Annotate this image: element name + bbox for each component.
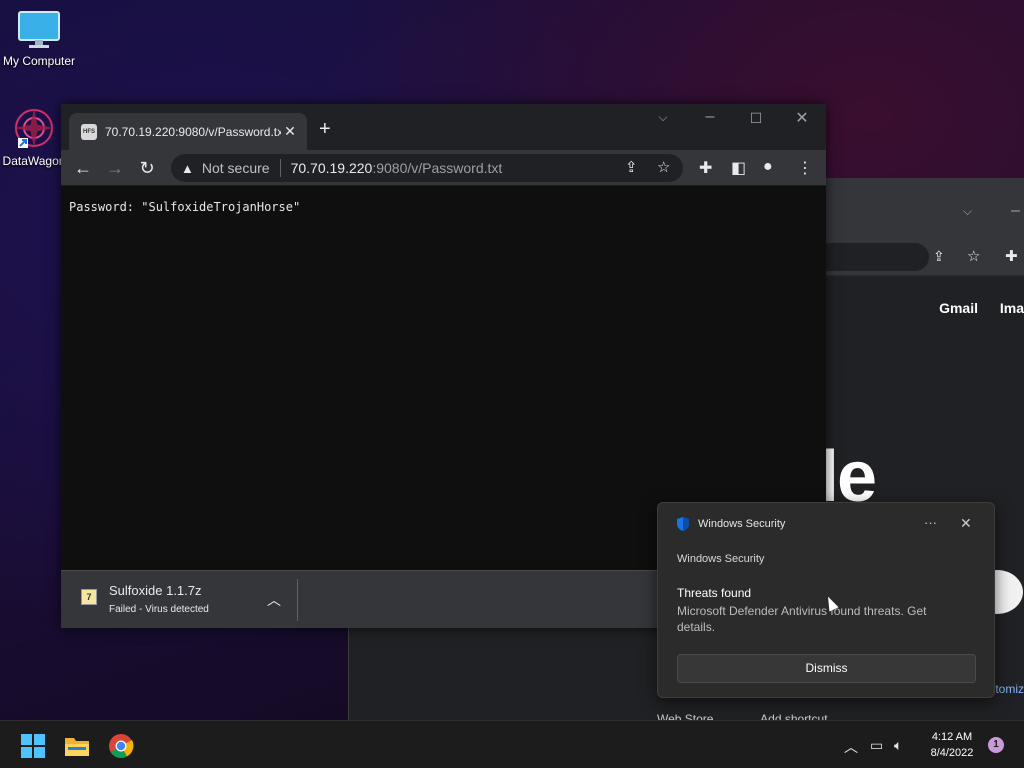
profile-icon[interactable]: ● <box>763 158 773 176</box>
extensions-icon[interactable]: ✚ <box>699 158 712 178</box>
tab-close-icon[interactable]: ✕ <box>281 123 299 140</box>
reload-button[interactable]: ↻ <box>135 157 159 179</box>
chrome-icon[interactable] <box>108 733 134 759</box>
system-clock[interactable]: 4:12 AM 8/4/2022 <box>920 729 984 761</box>
images-link[interactable]: Ima <box>1000 300 1024 316</box>
menu-kebab-icon[interactable]: ⋮ <box>797 158 813 178</box>
start-icon[interactable] <box>20 733 46 759</box>
forward-button[interactable]: → <box>103 157 127 179</box>
clock-time: 4:12 AM <box>931 731 973 743</box>
desktop-icon-label: DataWagon <box>2 154 66 168</box>
notification-app-name: Windows Security <box>677 553 765 565</box>
bookmark-star-icon[interactable]: ☆ <box>657 158 670 176</box>
extensions-icon[interactable]: ✚ <box>1005 247 1018 265</box>
star-icon[interactable]: ☆ <box>967 247 980 265</box>
notification-body[interactable]: Microsoft Defender Antivirus found threa… <box>677 603 967 635</box>
download-item[interactable]: 7 Sulfoxide 1.1.7z Failed - Virus detect… <box>79 581 297 619</box>
hfs-favicon-icon: HFS <box>81 123 97 140</box>
address-bar[interactable]: ▲ Not secure 70.70.19.220:9080/v/Passwor… <box>171 154 683 182</box>
notification-source: Windows Security <box>698 518 786 530</box>
share-icon[interactable]: ⇪ <box>625 158 638 176</box>
chevron-down-icon[interactable]: ⌵ <box>963 204 972 219</box>
tab-strip: HFS 70.70.19.220:9080/v/Password.txt ✕ +… <box>61 104 826 150</box>
not-secure-label[interactable]: Not secure <box>202 160 270 176</box>
dismiss-button[interactable]: Dismiss <box>677 654 976 683</box>
download-divider <box>297 579 298 621</box>
desktop-icon-label: My Computer <box>2 54 76 68</box>
gmail-link[interactable]: Gmail <box>939 300 978 316</box>
maximize-button[interactable]: ☐ <box>743 110 769 127</box>
url-host: 70.70.19.220 <box>290 160 373 176</box>
minimize-icon[interactable]: – <box>1011 202 1020 220</box>
tray-overflow-icon[interactable]: ︿ <box>844 737 858 757</box>
bg-header-links: Gmail Ima <box>919 300 1024 316</box>
chevron-up-icon[interactable]: ︿ <box>267 590 281 610</box>
mandala-icon <box>14 108 54 148</box>
new-tab-button[interactable]: + <box>319 118 331 141</box>
browser-toolbar: ← → ↻ ▲ Not secure 70.70.19.220:9080/v/P… <box>61 150 826 186</box>
file-explorer-icon[interactable] <box>64 733 90 759</box>
back-button[interactable]: ← <box>71 157 95 179</box>
shield-icon <box>677 517 689 531</box>
url-path: :9080/v/Password.txt <box>372 160 503 176</box>
share-icon[interactable]: ⇪ <box>933 248 945 265</box>
monitor-icon <box>18 11 60 48</box>
close-icon[interactable]: ✕ <box>960 515 972 532</box>
taskbar: ︿ ▭ 🔈︎ 4:12 AM 8/4/2022 1 <box>0 720 1024 768</box>
clock-date: 8/4/2022 <box>930 747 974 759</box>
minimize-button[interactable]: – <box>697 108 723 126</box>
desktop-icon-my-computer[interactable]: My Computer <box>0 10 81 68</box>
tab-search-icon[interactable]: ⌵ <box>650 110 676 125</box>
notification-center-badge[interactable]: 1 <box>988 737 1004 753</box>
customize-link[interactable]: tomiz <box>995 682 1024 696</box>
side-panel-icon[interactable]: ◧ <box>731 158 746 178</box>
download-status: Failed - Virus detected <box>109 604 209 615</box>
password-text: Password: "SulfoxideTrojanHorse" <box>69 200 301 214</box>
network-icon[interactable]: ▭ <box>870 737 883 754</box>
warning-icon[interactable]: ▲ <box>181 161 194 176</box>
tab-title: 70.70.19.220:9080/v/Password.txt <box>105 124 281 139</box>
notification-header: Windows Security <box>676 517 785 531</box>
archive-file-icon: 7 <box>81 589 97 605</box>
notification-title: Threats found <box>677 586 752 600</box>
close-window-button[interactable]: ✕ <box>789 108 815 128</box>
download-filename: Sulfoxide 1.1.7z <box>109 583 202 598</box>
tab-password-txt[interactable]: HFS 70.70.19.220:9080/v/Password.txt ✕ <box>69 113 307 150</box>
address-divider <box>279 159 281 177</box>
more-options-icon[interactable]: ··· <box>924 515 937 530</box>
volume-icon[interactable]: 🔈︎ <box>894 737 902 754</box>
